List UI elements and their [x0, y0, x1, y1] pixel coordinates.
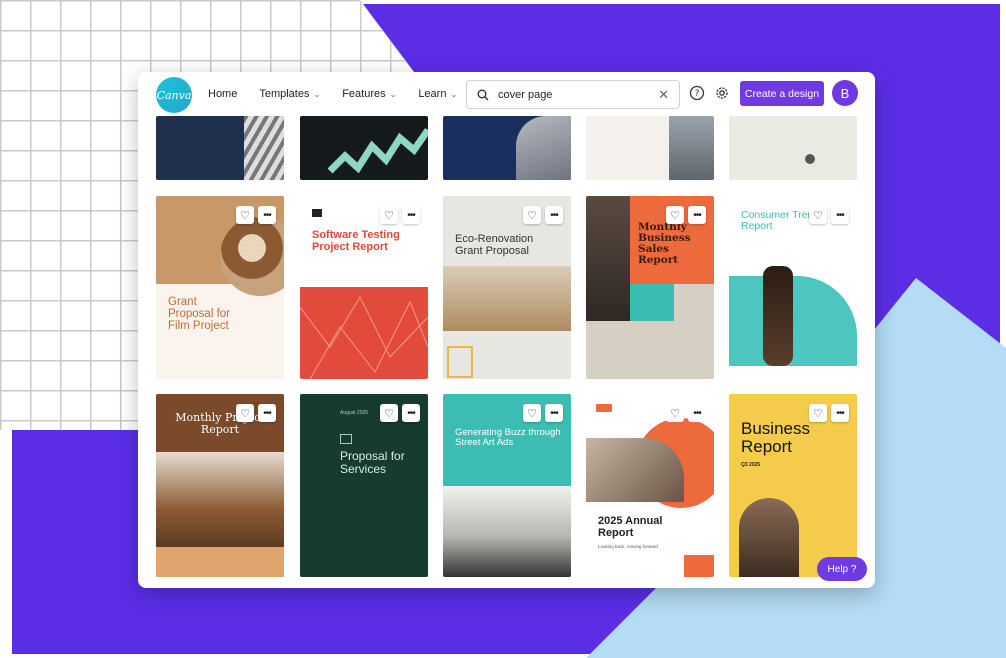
template-card[interactable]: ♡ ••• Generating Buzz through Street Art… — [443, 394, 571, 577]
template-grid: ♡ ••• Grant Proposal for Film Project ♡ … — [138, 116, 875, 588]
top-bar: Canva Home Templates⌄ Features⌄ Learn⌄ ✕… — [138, 72, 875, 116]
avatar[interactable]: B — [832, 80, 858, 106]
favorite-button[interactable]: ♡ — [523, 206, 541, 224]
template-card[interactable]: ♡ ••• Consumer Trends Report — [729, 196, 857, 379]
buildings-photo — [669, 116, 714, 180]
chevron-down-icon: ⌄ — [389, 89, 397, 99]
nav-home-label: Home — [208, 88, 238, 100]
network-graphic — [300, 287, 428, 379]
template-card[interactable] — [156, 116, 284, 180]
template-card[interactable]: ♡ ••• Monthly Business Sales Report — [586, 196, 714, 379]
more-options-button[interactable]: ••• — [258, 206, 276, 224]
orange-corner — [684, 555, 714, 577]
template-title: Grant Proposal for Film Project — [168, 296, 231, 333]
more-options-button[interactable]: ••• — [545, 206, 563, 224]
template-title: Eco-Renovation Grant Proposal — [455, 233, 534, 257]
create-design-button[interactable]: Create a design — [740, 81, 824, 106]
chevron-down-icon: ⌄ — [450, 89, 458, 99]
teal-shape — [729, 276, 857, 366]
woman-photo — [739, 498, 799, 577]
help-button[interactable]: Help ? — [817, 557, 867, 581]
app-window: Canva Home Templates⌄ Features⌄ Learn⌄ ✕… — [138, 72, 875, 588]
template-title: Software Testing Project Report — [312, 229, 400, 253]
close-icon[interactable]: ✕ — [658, 87, 669, 103]
more-options-button[interactable]: ••• — [688, 206, 706, 224]
favorite-button[interactable]: ♡ — [380, 206, 398, 224]
more-options-button[interactable]: ••• — [831, 404, 849, 422]
more-options-button[interactable]: ••• — [402, 206, 420, 224]
gear-icon[interactable] — [714, 85, 730, 101]
more-options-button[interactable]: ••• — [831, 206, 849, 224]
brand-mark — [340, 434, 352, 444]
template-subtitle: Q3 2025 — [741, 462, 761, 468]
template-card[interactable]: ♡ ••• Eco-Renovation Grant Proposal — [443, 196, 571, 379]
teal-block — [630, 284, 674, 321]
template-card[interactable]: ♡ ••• Grant Proposal for Film Project — [156, 196, 284, 379]
nav-templates-label: Templates — [259, 88, 310, 100]
main-nav: Home Templates ⌄ Features ⌄ Learn ⌄ — [208, 72, 479, 116]
footer-block — [156, 547, 284, 577]
search-box[interactable]: ✕ — [466, 80, 680, 109]
brand-mark — [596, 404, 612, 412]
nav-features-label: Features — [342, 88, 386, 100]
canva-logo[interactable]: Canva — [156, 77, 192, 113]
more-options-button[interactable]: ••• — [688, 404, 706, 422]
favorite-button[interactable]: ♡ — [523, 404, 541, 422]
template-title: Generating Buzz through Street Art Ads — [455, 427, 561, 448]
template-card[interactable] — [729, 116, 857, 180]
laptop-photo — [516, 116, 571, 180]
template-title: Business Report — [741, 419, 810, 456]
logo-mark — [805, 154, 815, 164]
chevron-down-icon: ⌄ — [313, 89, 321, 99]
more-options-button[interactable]: ••• — [402, 404, 420, 422]
template-card[interactable]: ♡ ••• Monthly Project Report — [156, 394, 284, 577]
office-photo — [443, 486, 571, 577]
favorite-button[interactable]: ♡ — [236, 206, 254, 224]
help-circle-icon[interactable]: ? — [689, 85, 705, 101]
template-card[interactable] — [586, 116, 714, 180]
person-photo — [586, 196, 630, 321]
template-card[interactable]: ♡ ••• August 2025 Proposal for Services — [300, 394, 428, 577]
runner-photo — [763, 266, 793, 366]
favorite-button[interactable]: ♡ — [236, 404, 254, 422]
template-title: Proposal for Services — [340, 449, 405, 476]
template-card[interactable]: ♡ ••• Software Testing Project Report — [300, 196, 428, 379]
film-reel-photo — [220, 216, 284, 296]
template-card[interactable]: ♡ ••• Business Report Q3 2025 — [729, 394, 857, 577]
nav-features[interactable]: Features ⌄ — [342, 88, 396, 100]
template-card[interactable] — [300, 116, 428, 180]
favorite-button[interactable]: ♡ — [666, 206, 684, 224]
template-title: 2025 Annual Report — [598, 515, 663, 539]
more-options-button[interactable]: ••• — [258, 404, 276, 422]
architecture-photo — [244, 116, 284, 180]
zigzag-graphic — [327, 127, 428, 174]
template-card[interactable] — [443, 116, 571, 180]
nav-templates[interactable]: Templates ⌄ — [259, 88, 320, 100]
brand-mark — [312, 209, 322, 217]
living-room-photo — [156, 452, 284, 547]
nav-learn[interactable]: Learn ⌄ — [418, 88, 457, 100]
favorite-button[interactable]: ♡ — [809, 206, 827, 224]
template-kicker: August 2025 — [340, 410, 369, 416]
svg-text:?: ? — [695, 89, 700, 99]
favorite-button[interactable]: ♡ — [666, 404, 684, 422]
template-card[interactable]: ♡ ••• 2025 Annual Report Looking back, m… — [586, 394, 714, 577]
more-options-button[interactable]: ••• — [545, 404, 563, 422]
search-input[interactable] — [496, 87, 650, 102]
favorite-button[interactable]: ♡ — [380, 404, 398, 422]
nav-learn-label: Learn — [418, 88, 447, 100]
interior-photo — [443, 266, 571, 331]
team-photo — [586, 438, 684, 502]
search-icon — [477, 89, 489, 100]
template-title: Monthly Business Sales Report — [638, 221, 691, 267]
favorite-button[interactable]: ♡ — [809, 404, 827, 422]
template-subtitle: Looking back, moving forward — [598, 544, 658, 549]
nav-home[interactable]: Home — [208, 88, 237, 100]
accent-frame — [447, 346, 473, 378]
